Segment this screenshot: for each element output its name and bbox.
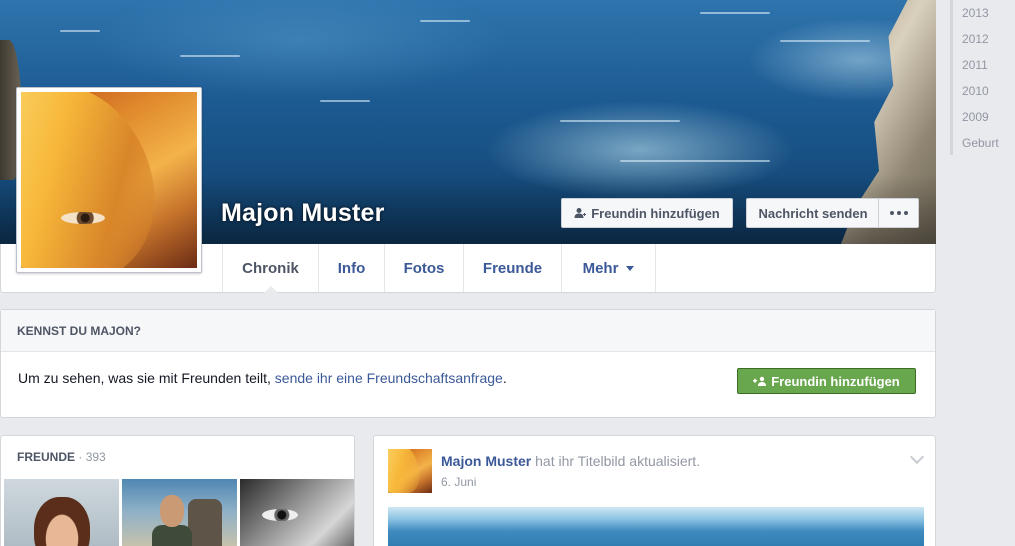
know-her-text-suffix: .	[502, 370, 507, 386]
story-avatar[interactable]	[388, 449, 432, 493]
year-link[interactable]: 2011	[953, 52, 1015, 78]
friend-request-link[interactable]: sende ihr eine Freundschaftsanfrage	[275, 370, 503, 386]
tab-label: Info	[337, 259, 366, 277]
story-headline: Majon Muster hat ihr Titelbild aktualisi…	[441, 453, 700, 469]
friends-header[interactable]: FREUNDE · 393	[1, 436, 354, 478]
friends-title: FREUNDE	[17, 450, 76, 464]
story-date[interactable]: 6. Juni	[441, 475, 476, 489]
tab-label: Mehr	[582, 259, 619, 277]
know-her-title: KENNST DU MAJON?	[1, 310, 935, 352]
tab-info[interactable]: Info	[318, 244, 384, 292]
tab-label: Chronik	[242, 259, 299, 277]
tab-mehr[interactable]: Mehr	[561, 244, 656, 292]
friend-photo[interactable]	[122, 479, 237, 546]
story-action: hat ihr Titelbild aktualisiert.	[535, 453, 701, 469]
send-message-button[interactable]: Nachricht senden	[746, 198, 879, 228]
year-link[interactable]: 2012	[953, 26, 1015, 52]
friends-separator: ·	[78, 450, 83, 464]
year-link[interactable]: Geburt	[953, 130, 1015, 156]
tab-label: Fotos	[403, 259, 445, 277]
friends-box: FREUNDE · 393	[0, 435, 355, 546]
profile-name[interactable]: Majon Muster	[221, 199, 385, 228]
profile-tabs: Chronik Info Fotos Freunde Mehr	[222, 244, 656, 293]
year-link[interactable]: 2009	[953, 104, 1015, 130]
know-her-text: Um zu sehen, was sie mit Freunden teilt,…	[18, 370, 507, 386]
more-dots-icon	[889, 211, 908, 215]
tab-fotos[interactable]: Fotos	[384, 244, 463, 292]
profile-photo	[21, 92, 197, 268]
profile-picture[interactable]	[16, 87, 202, 273]
friends-count: 393	[85, 450, 106, 464]
story-cover-image[interactable]	[388, 507, 924, 546]
tab-label: Freunde	[482, 259, 543, 277]
year-link[interactable]: 2013	[953, 0, 1015, 26]
friend-photo[interactable]	[240, 479, 354, 546]
friend-photo[interactable]	[4, 479, 119, 546]
year-link[interactable]: 2010	[953, 78, 1015, 104]
add-friend-button[interactable]: Freundin hinzufügen	[561, 198, 733, 228]
chevron-down-icon[interactable]	[909, 449, 925, 465]
add-friend-green-button[interactable]: Freundin hinzufügen	[737, 368, 916, 394]
tab-freunde[interactable]: Freunde	[463, 244, 561, 292]
add-friend-icon	[753, 376, 767, 386]
story-author-link[interactable]: Majon Muster	[441, 453, 531, 469]
add-friend-label: Freundin hinzufügen	[591, 205, 720, 221]
know-her-text-prefix: Um zu sehen, was sie mit Freunden teilt,	[18, 370, 271, 386]
timeline-story: Majon Muster hat ihr Titelbild aktualisi…	[373, 435, 936, 546]
know-her-box: KENNST DU MAJON? Um zu sehen, was sie mi…	[0, 309, 936, 418]
add-friend-green-label: Freundin hinzufügen	[771, 373, 900, 389]
more-options-button[interactable]	[878, 198, 919, 228]
tab-chronik[interactable]: Chronik	[222, 244, 318, 293]
timeline-year-nav: 2013 2012 2011 2010 2009 Geburt	[950, 0, 1015, 155]
caret-down-icon	[626, 265, 635, 271]
friend-photos	[4, 479, 354, 546]
add-friend-icon	[574, 208, 587, 218]
